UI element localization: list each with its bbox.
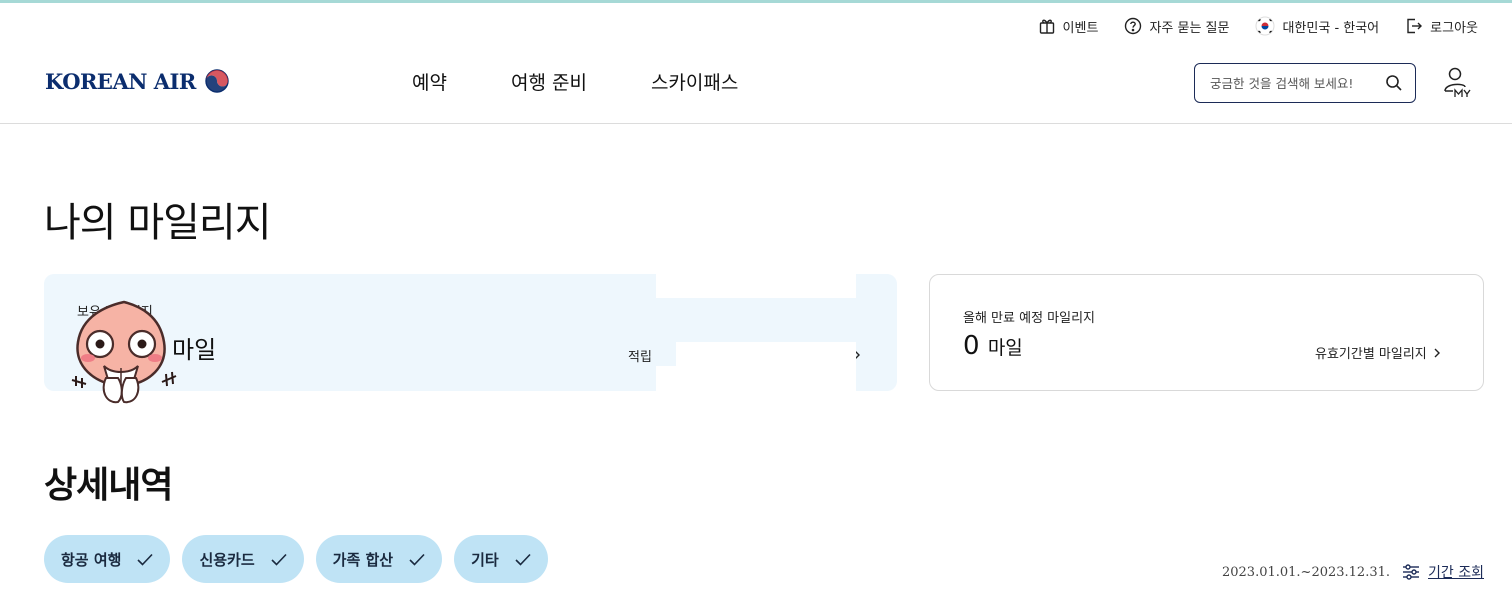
page-title: 나의 마일리지 <box>44 200 272 246</box>
nav-booking[interactable]: 예약 <box>412 68 447 95</box>
filter-chip-etc[interactable]: 기타 <box>454 535 548 583</box>
expire-value: 0 마일 <box>963 331 1023 361</box>
filter-chip-flight[interactable]: 항공 여행 <box>44 535 171 583</box>
filter-chip-credit-card[interactable]: 신용카드 <box>182 535 304 583</box>
expire-unit: 마일 <box>987 337 1023 359</box>
language-selector[interactable]: 대한민국 - 한국어 <box>1255 16 1379 36</box>
chip-label: 항공 여행 <box>61 550 122 569</box>
faq-label: 자주 묻는 질문 <box>1149 20 1230 36</box>
gift-icon <box>1039 19 1054 34</box>
check-icon <box>137 553 154 566</box>
main-nav: 예약 여행 준비 스카이패스 <box>412 68 738 95</box>
redaction-block <box>656 366 856 396</box>
peach-character-sticker <box>71 300 177 404</box>
my-user-icon[interactable] <box>1442 66 1474 100</box>
nav-skypass[interactable]: 스카이패스 <box>651 68 738 95</box>
period-range: 2023.01.01.~2023.12.31. <box>1221 564 1391 580</box>
search-box <box>1194 63 1416 103</box>
filter-chip-family[interactable]: 가족 합산 <box>315 535 443 583</box>
expiring-mileage-card: 올해 만료 예정 마일리지 0 마일 유효기간별 마일리지 <box>929 274 1484 391</box>
logout-icon <box>1407 18 1423 34</box>
top-accent-line <box>0 0 1512 3</box>
korea-flag-icon <box>1255 16 1275 36</box>
redaction-block <box>656 268 856 298</box>
redaction-block <box>676 342 856 366</box>
period-button-label: 기간 조회 <box>1428 565 1484 581</box>
expire-amount: 0 <box>963 331 980 361</box>
korean-air-logo[interactable]: KOREAN AIR <box>45 66 232 96</box>
filter-sliders-icon <box>1403 564 1420 580</box>
chip-label: 신용카드 <box>199 550 255 569</box>
utility-bar: 이벤트 자주 묻는 질문 대한민국 - 한국어 로그아웃 <box>1038 16 1478 36</box>
chip-label: 가족 합산 <box>332 550 394 569</box>
filter-chips: 항공 여행 신용카드 가족 합산 기타 <box>44 535 548 583</box>
search-icon[interactable] <box>1385 74 1403 92</box>
mileage-by-validity-link[interactable]: 유효기간별 마일리지 <box>1315 343 1441 362</box>
search-input[interactable] <box>1210 75 1370 91</box>
faq-link[interactable]: 자주 묻는 질문 <box>1124 17 1229 36</box>
expire-link-label: 유효기간별 마일리지 <box>1315 347 1427 362</box>
language-label: 대한민국 - 한국어 <box>1282 20 1380 36</box>
check-icon <box>271 553 287 566</box>
chevron-right-icon <box>1434 348 1440 357</box>
logo-text: KOREAN AIR <box>45 68 196 94</box>
chip-label: 기타 <box>471 550 499 569</box>
logout-link[interactable]: 로그아웃 <box>1405 17 1478 36</box>
nav-travel-prep[interactable]: 여행 준비 <box>511 68 587 95</box>
event-link[interactable]: 이벤트 <box>1038 17 1099 36</box>
question-icon <box>1125 17 1142 35</box>
period-filter: 2023.01.01.~2023.12.31. 기간 조회 <box>1222 562 1484 582</box>
event-label: 이벤트 <box>1062 20 1099 36</box>
check-icon <box>515 553 531 566</box>
period-search-button[interactable]: 기간 조회 <box>1402 562 1484 582</box>
header-divider <box>0 123 1512 124</box>
earn-mileage-link[interactable]: 적립 <box>628 346 652 365</box>
expire-label: 올해 만료 예정 마일리지 <box>963 311 1095 326</box>
logout-label: 로그아웃 <box>1430 20 1478 36</box>
details-title: 상세내역 <box>44 465 173 506</box>
taeguk-emblem-icon <box>205 69 229 93</box>
check-icon <box>409 553 425 566</box>
